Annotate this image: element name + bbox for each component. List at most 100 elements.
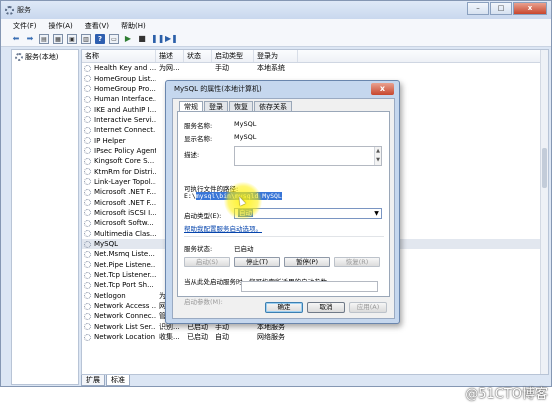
service-name-cell: Network Connec... (82, 312, 156, 320)
menu-help[interactable]: 帮助(H) (121, 21, 146, 31)
minimize-button[interactable]: – (467, 2, 489, 15)
service-gear-icon (84, 240, 91, 248)
service-name-text: Multimedia Clas... (94, 229, 156, 238)
service-gear-icon (84, 75, 91, 83)
service-gear-icon (84, 199, 91, 207)
service-name-cell: Microsoft .NET F... (82, 188, 156, 196)
vertical-scrollbar[interactable] (540, 50, 548, 374)
service-gear-icon (84, 312, 91, 320)
service-gear-icon (84, 178, 91, 186)
restart-icon[interactable]: ▶❚ (165, 34, 178, 44)
service-name-cell: Net.Tcp Listener... (82, 271, 156, 279)
tab-standard[interactable]: 标准 (106, 375, 130, 386)
stop-button[interactable]: 停止(T) (234, 257, 280, 267)
service-name-text: Net.Pipe Listene... (94, 260, 156, 269)
column-status[interactable]: 状态 (184, 50, 212, 62)
service-name-cell: HomeGroup List... (82, 75, 156, 83)
tab-dependencies[interactable]: 依存关系 (254, 101, 292, 111)
service-name-text: Microsoft .NET F... (94, 198, 156, 207)
back-icon[interactable]: ⬅ (11, 34, 21, 44)
service-name-cell: Net.Msmq Liste... (82, 250, 156, 258)
window-title: 服务 (17, 6, 31, 14)
tab-logon[interactable]: 登录 (204, 101, 228, 111)
service-name-cell: MySQL (82, 240, 156, 248)
startup-type-label: 启动类型(E): (184, 212, 222, 220)
dialog-buttons: 确定 取消 应用(A) (265, 302, 391, 313)
service-name-cell: Netlogon (82, 292, 156, 300)
view-tabs: 扩展 标准 (81, 375, 131, 386)
service-gear-icon (84, 250, 91, 258)
service-control-buttons: 启动(S) 停止(T) 暂停(P) 恢复(R) (184, 257, 384, 267)
column-name[interactable]: 名称 (82, 50, 156, 62)
toolbar: ⬅ ➡ ▤ ▦ ▣ ▥ ? ▭ ▶ ■ ❚❚ ▶❚ (1, 32, 551, 47)
dialog-body: 常规 登录 恢复 依存关系 服务名称: MySQL 显示名称: MySQL 描述… (172, 98, 395, 319)
service-name-text: Net.Tcp Listener... (94, 271, 156, 280)
service-gear-icon (84, 302, 91, 310)
service-name-cell: Link-Layer Topol... (82, 178, 156, 186)
tree-item-services-local[interactable]: 服务(本地) (12, 50, 78, 64)
export-icon[interactable]: ▣ (67, 34, 77, 44)
service-name-cell: Net.Pipe Listene... (82, 261, 156, 269)
menu-view[interactable]: 查看(V) (85, 21, 109, 31)
apply-button[interactable]: 应用(A) (349, 302, 387, 313)
maximize-button[interactable]: □ (490, 2, 512, 15)
help-icon[interactable]: ? (95, 34, 105, 44)
description-scrollbar[interactable]: ▲ ▼ (374, 147, 381, 165)
stop-icon[interactable]: ■ (137, 34, 147, 44)
service-name-cell: Net.Tcp Port Sh... (82, 281, 156, 289)
properties-icon[interactable]: ▥ (81, 34, 91, 44)
tab-extended[interactable]: 扩展 (81, 375, 105, 386)
dialog-close-button[interactable]: x (371, 83, 394, 95)
table-row[interactable]: Health Key and ... 为网... 手动 本地系统 (82, 63, 548, 73)
service-name-text: Net.Msmq Liste... (94, 250, 155, 259)
column-startup-type[interactable]: 启动类型 (212, 50, 254, 62)
service-gear-icon (84, 168, 91, 176)
service-name-cell: KtmRm for Distri... (82, 168, 156, 176)
cancel-button[interactable]: 取消 (307, 302, 345, 313)
close-button[interactable]: x (513, 2, 547, 15)
column-logon-as[interactable]: 登录为 (254, 50, 298, 62)
display-name-value: MySQL (234, 133, 257, 141)
startup-type-cell: 手动 (215, 64, 229, 73)
view-icon[interactable]: ▤ (39, 34, 49, 44)
service-name-text: HomeGroup Pro... (94, 84, 156, 93)
service-name-text: Net.Tcp Port Sh... (94, 281, 154, 290)
table-row[interactable]: Network Location ...收集... 已启动自动 网络服务 (82, 332, 548, 342)
service-gear-icon (84, 126, 91, 134)
resume-button[interactable]: 恢复(R) (334, 257, 380, 267)
watermark: @51CTO博客 (465, 387, 548, 402)
service-name-text: HomeGroup List... (94, 74, 156, 83)
service-name-text: Microsoft Softw... (94, 219, 154, 228)
menu-action[interactable]: 操作(A) (49, 21, 73, 31)
dialog-title: MySQL 的属性(本地计算机) (174, 85, 262, 93)
service-gear-icon (84, 292, 91, 300)
status-cell: 已启动 (187, 333, 208, 342)
list-icon[interactable]: ▦ (53, 34, 63, 44)
description-cell: 为网... (159, 64, 180, 73)
service-gear-icon (84, 137, 91, 145)
service-name-text: IP Helper (94, 136, 126, 145)
start-params-input[interactable] (241, 281, 378, 292)
window-controls: – □ x (466, 2, 547, 15)
service-name-text: Network Location ... (94, 333, 156, 342)
pause-button[interactable]: 暂停(P) (284, 257, 330, 267)
forward-icon[interactable]: ➡ (25, 34, 35, 44)
scrollbar-thumb[interactable] (542, 148, 547, 188)
service-gear-icon (84, 333, 91, 341)
column-description[interactable]: 描述 (156, 50, 184, 62)
logon-as-cell: 本地系统 (257, 64, 285, 73)
service-gear-icon (84, 95, 91, 103)
help-configure-link[interactable]: 帮助我配置服务启动选项。 (184, 223, 262, 233)
description-field[interactable]: ▲ ▼ (234, 146, 382, 166)
menu-file[interactable]: 文件(F) (13, 21, 37, 31)
service-gear-icon (84, 209, 91, 217)
ok-button[interactable]: 确定 (265, 302, 303, 313)
console-icon[interactable]: ▭ (109, 34, 119, 44)
startup-type-cell: 自动 (215, 333, 229, 342)
service-gear-icon (84, 64, 91, 72)
general-panel: 服务名称: MySQL 显示名称: MySQL 描述: ▲ ▼ 可执行文件的路径:… (177, 111, 390, 306)
start-button[interactable]: 启动(S) (184, 257, 230, 267)
pause-icon[interactable]: ❚❚ (151, 34, 164, 44)
play-icon[interactable]: ▶ (123, 34, 133, 44)
tab-recovery[interactable]: 恢复 (229, 101, 253, 111)
